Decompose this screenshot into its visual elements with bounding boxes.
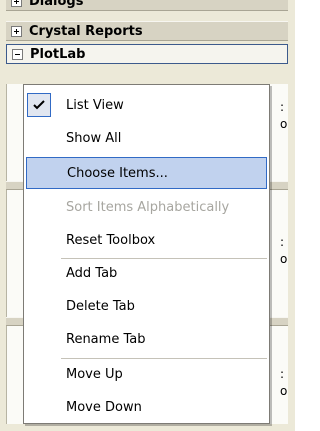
menu-item-add-tab[interactable]: Add Tab <box>24 257 269 289</box>
toolbox-group-plotlab[interactable]: PlotLab <box>6 44 288 64</box>
menu-item-list-view[interactable]: List View <box>24 89 269 121</box>
menu-item-delete-tab[interactable]: Delete Tab <box>24 290 269 322</box>
collapse-icon[interactable] <box>12 48 23 60</box>
menu-item-label: Sort Items Alphabetically <box>66 199 230 215</box>
toolbox-group-crystal-reports[interactable]: Crystal Reports <box>6 21 288 41</box>
menu-item-rename-tab[interactable]: Rename Tab <box>24 323 269 355</box>
toolbox-context-menu: List View Show All Choose Items... Sort … <box>23 84 270 424</box>
expand-icon[interactable] <box>11 25 22 37</box>
group-label: PlotLab <box>30 46 86 62</box>
toolbox-group-dialogs[interactable]: Dialogs <box>6 0 288 11</box>
menu-item-label: Move Down <box>66 399 142 415</box>
hidden-item-fragment: o <box>280 252 288 266</box>
menu-item-move-up[interactable]: Move Up <box>24 358 269 390</box>
hidden-item-fragment: : <box>280 367 285 381</box>
hidden-item-fragment: : <box>280 235 285 249</box>
group-label: Dialogs <box>29 0 84 9</box>
hidden-item-fragment: o <box>280 384 288 398</box>
menu-item-label: Choose Items... <box>67 165 168 181</box>
menu-item-label: Rename Tab <box>66 331 146 347</box>
toolbox-panel: Dialogs Crystal Reports PlotLab : o : o … <box>0 0 295 431</box>
group-label: Crystal Reports <box>29 23 143 39</box>
expand-icon[interactable] <box>11 0 22 7</box>
menu-item-sort-items-alphabetically: Sort Items Alphabetically <box>24 191 269 223</box>
hidden-item-fragment: o <box>280 117 288 131</box>
menu-item-reset-toolbox[interactable]: Reset Toolbox <box>24 224 269 256</box>
menu-item-show-all[interactable]: Show All <box>24 122 269 154</box>
menu-item-move-down[interactable]: Move Down <box>24 391 269 423</box>
menu-item-choose-items[interactable]: Choose Items... <box>26 157 267 189</box>
checkmark-icon <box>27 93 51 117</box>
menu-item-label: Move Up <box>66 366 123 382</box>
menu-item-label: Reset Toolbox <box>66 232 156 248</box>
hidden-item-fragment: : <box>280 100 285 114</box>
menu-item-label: Show All <box>66 130 122 146</box>
menu-item-label: Delete Tab <box>66 298 135 314</box>
menu-item-label: Add Tab <box>66 265 118 281</box>
menu-item-label: List View <box>66 97 124 113</box>
toolbox-window: Dialogs Crystal Reports PlotLab : o : o … <box>0 0 295 431</box>
